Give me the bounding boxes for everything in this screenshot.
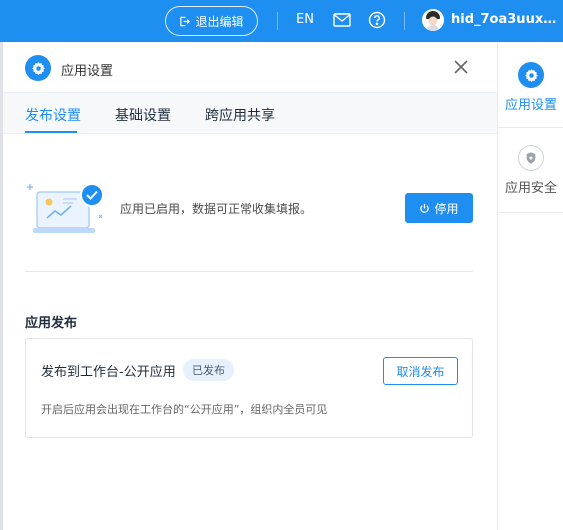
tabs-bar: 发布设置 基础设置 跨应用共享: [3, 92, 497, 134]
tab-cross-app-share[interactable]: 跨应用共享: [205, 105, 275, 125]
sidebar-item-label: 应用安全: [504, 181, 557, 196]
close-icon[interactable]: [453, 59, 469, 75]
publish-target-title: 发布到工作台-公开应用: [41, 365, 176, 380]
topbar-separator: [277, 12, 278, 30]
settings-panel: 应用设置 发布设置 基础设置 跨应用共享 应用已启用，数据可正常收集填报。 停用…: [3, 42, 497, 530]
exit-edit-label: 退出编辑: [195, 14, 244, 29]
exit-edit-button[interactable]: 退出编辑: [165, 6, 258, 36]
security-badge: [518, 145, 544, 171]
mail-icon[interactable]: [333, 12, 351, 28]
active-tab-indicator: [25, 131, 77, 133]
help-icon[interactable]: [368, 11, 386, 29]
topbar-separator: [404, 12, 405, 30]
disable-app-label: 停用: [434, 201, 459, 216]
sidebar-divider: [498, 127, 563, 128]
cancel-publish-button[interactable]: 取消发布: [383, 357, 458, 385]
avatar[interactable]: [422, 9, 444, 31]
top-bar: 退出编辑 EN hid_7oa3uuxf...: [0, 0, 563, 42]
shield-icon: [526, 152, 536, 164]
publish-card: 发布到工作台-公开应用 已发布 取消发布 开启后应用会出现在工作台的“公开应用”…: [25, 338, 473, 438]
sidebar-item-app-security[interactable]: 应用安全: [498, 145, 563, 196]
settings-badge: [25, 55, 51, 81]
gear-icon: [31, 61, 45, 75]
divider: [25, 271, 473, 272]
language-switch[interactable]: EN: [296, 12, 314, 27]
gear-icon: [524, 68, 538, 82]
panel-title: 应用设置: [61, 64, 114, 79]
sidebar-divider: [498, 212, 563, 213]
sidebar-item-label: 应用设置: [504, 98, 557, 113]
section-title: 应用发布: [25, 316, 78, 331]
sidebar-item-app-settings[interactable]: 应用设置: [498, 62, 563, 113]
app-enabled-illustration: [27, 183, 104, 233]
status-badge: 已发布: [183, 359, 234, 381]
publish-description: 开启后应用会出现在工作台的“公开应用”，组织内全员可见: [41, 403, 328, 416]
tab-basic-settings[interactable]: 基础设置: [115, 105, 171, 125]
power-icon: [420, 203, 430, 213]
right-sidebar: 应用设置 应用安全: [497, 42, 563, 530]
tab-publish-settings[interactable]: 发布设置: [25, 105, 81, 125]
panel-header: 应用设置: [3, 42, 497, 92]
disable-app-button[interactable]: 停用: [405, 193, 473, 223]
username[interactable]: hid_7oa3uuxf...: [451, 12, 557, 27]
exit-icon: [180, 16, 191, 26]
avatar-icon: [422, 9, 444, 31]
status-text: 应用已启用，数据可正常收集填报。: [120, 202, 313, 216]
settings-badge: [518, 62, 544, 88]
